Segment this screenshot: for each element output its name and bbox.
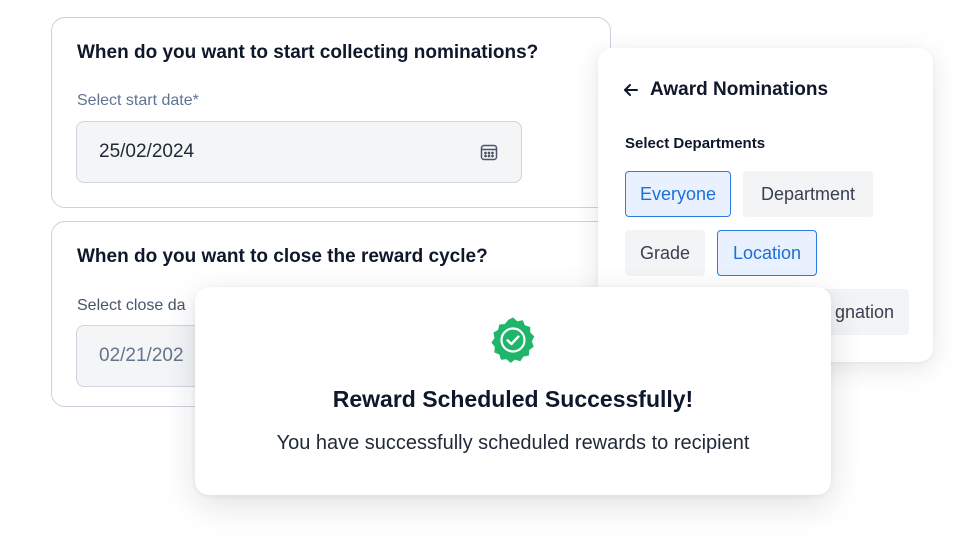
start-date-value: 25/02/2024 xyxy=(99,141,195,162)
select-departments-label: Select Departments xyxy=(625,135,766,152)
start-date-input[interactable]: 25/02/2024 xyxy=(76,121,522,183)
start-date-card: When do you want to start collecting nom… xyxy=(51,17,611,208)
chip-everyone[interactable]: Everyone xyxy=(625,171,731,217)
success-check-badge-icon xyxy=(491,317,535,363)
close-date-label: Select close da xyxy=(77,297,186,314)
calendar-icon[interactable] xyxy=(479,142,499,162)
success-message: You have successfully scheduled rewards … xyxy=(276,432,750,454)
back-arrow-icon[interactable] xyxy=(622,81,640,99)
panel-header: Award Nominations xyxy=(622,79,828,101)
chip-grade[interactable]: Grade xyxy=(625,230,705,276)
success-modal: Reward Scheduled Successfully! You have … xyxy=(195,287,831,495)
success-title: Reward Scheduled Successfully! xyxy=(332,386,694,412)
close-date-value: 02/21/202 xyxy=(99,345,184,366)
start-question-title: When do you want to start collecting nom… xyxy=(77,42,539,63)
close-question-title: When do you want to close the reward cyc… xyxy=(77,246,488,267)
start-date-label: Select start date* xyxy=(77,92,199,109)
chip-department[interactable]: Department xyxy=(743,171,873,217)
panel-title: Award Nominations xyxy=(650,79,829,100)
chip-location[interactable]: Location xyxy=(717,230,817,276)
